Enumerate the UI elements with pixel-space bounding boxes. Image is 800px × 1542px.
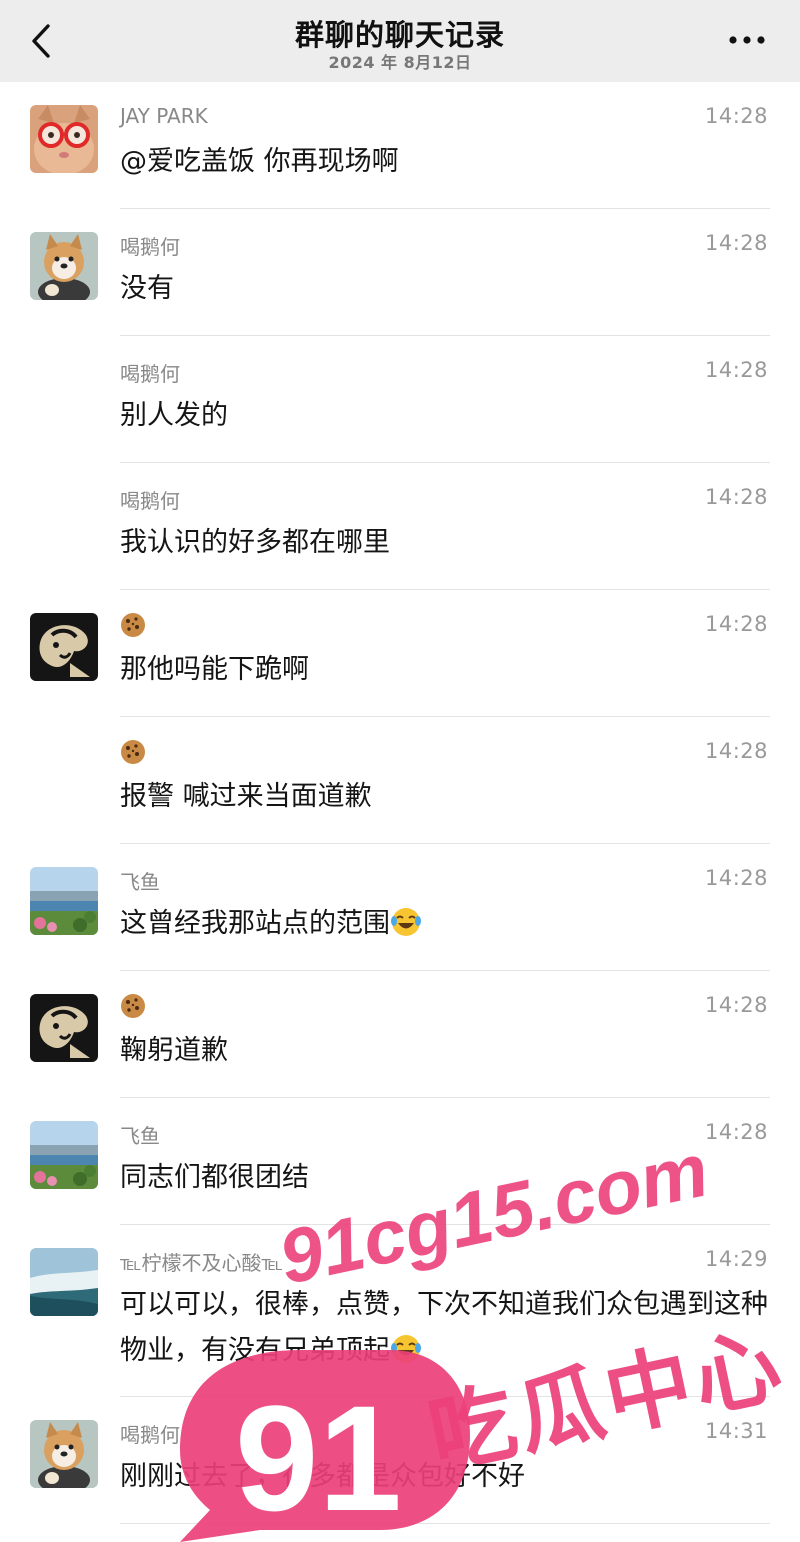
avatar-cat-glasses[interactable] <box>30 105 98 173</box>
sender-name: 喝鹅何 <box>120 362 180 386</box>
message-row[interactable]: 喝鹅何 14:28 别人发的 <box>0 336 800 463</box>
more-options-icon[interactable] <box>728 30 766 50</box>
message-text: 没有 <box>120 273 174 304</box>
page-date: 2024 年 8月12日 <box>328 53 472 72</box>
message-time: 14:28 <box>704 993 768 1017</box>
message-text: 这曾经我那站点的范围 <box>120 901 770 947</box>
message-text: 我认识的好多都在哪里 <box>120 527 390 558</box>
message-text: 别人发的 <box>120 400 228 431</box>
message-time: 14:28 <box>704 358 768 382</box>
sender-name: JAY PARK <box>120 104 208 128</box>
cookie-icon <box>121 613 145 637</box>
sender-name <box>120 993 146 1020</box>
divider <box>120 1523 770 1524</box>
avatar-shiba[interactable] <box>30 232 98 300</box>
message-time: 14:28 <box>704 485 768 509</box>
avatar-landscape[interactable] <box>30 1121 98 1189</box>
message-text: 鞠躬道歉 <box>120 1035 228 1066</box>
message-text: 报警 喊过来当面道歉 <box>120 781 372 812</box>
sender-name: 喝鹅何 <box>120 235 180 259</box>
avatar-waterfall[interactable] <box>30 1248 98 1316</box>
message-time: 14:28 <box>704 104 768 128</box>
sender-name: ℡柠檬不及心酸℡ <box>120 1251 283 1275</box>
sender-name: 飞鱼 <box>120 1124 160 1148</box>
message-row[interactable]: 喝鹅何 14:28 没有 <box>0 209 800 336</box>
message-time: 14:29 <box>704 1247 768 1271</box>
cookie-icon <box>121 740 145 764</box>
message-text: 那他吗能下跪啊 <box>120 654 309 685</box>
message-row[interactable]: JAY PARK 14:28 @爱吃盖饭 你再现场啊 <box>0 82 800 209</box>
message-row[interactable]: 飞鱼 14:28 这曾经我那站点的范围 <box>0 844 800 971</box>
sender-name: 飞鱼 <box>120 870 160 894</box>
cookie-icon <box>121 994 145 1018</box>
avatar-dark-sketch[interactable] <box>30 613 98 681</box>
avatar-shiba[interactable] <box>30 1420 98 1488</box>
sender-name: 喝鹅何 <box>120 1423 180 1447</box>
page-title: 群聊的聊天记录 <box>294 18 505 52</box>
sender-name <box>120 739 146 766</box>
message-time: 14:28 <box>704 866 768 890</box>
message-text: @爱吃盖饭 你再现场啊 <box>120 146 399 177</box>
avatar-dark-sketch[interactable] <box>30 994 98 1062</box>
sender-name: 喝鹅何 <box>120 489 180 513</box>
laughing-crying-emoji <box>391 1335 421 1363</box>
message-text-content: 这曾经我那站点的范围 <box>120 908 390 939</box>
message-time: 14:28 <box>704 612 768 636</box>
message-row[interactable]: 14:28 鞠躬道歉 <box>0 971 800 1098</box>
message-time: 14:28 <box>704 231 768 255</box>
message-time: 14:28 <box>704 1120 768 1144</box>
message-row[interactable]: 喝鹅何 14:28 我认识的好多都在哪里 <box>0 463 800 590</box>
avatar-landscape[interactable] <box>30 867 98 935</box>
sender-name <box>120 612 146 639</box>
message-time: 14:28 <box>704 739 768 763</box>
laughing-crying-emoji <box>391 908 421 936</box>
navbar: 群聊的聊天记录 2024 年 8月12日 <box>0 0 800 82</box>
message-row[interactable]: 14:28 报警 喊过来当面道歉 <box>0 717 800 844</box>
message-list: JAY PARK 14:28 @爱吃盖饭 你再现场啊 喝鹅何 14:28 没有 <box>0 82 800 1524</box>
message-row[interactable]: 14:28 那他吗能下跪啊 <box>0 590 800 717</box>
